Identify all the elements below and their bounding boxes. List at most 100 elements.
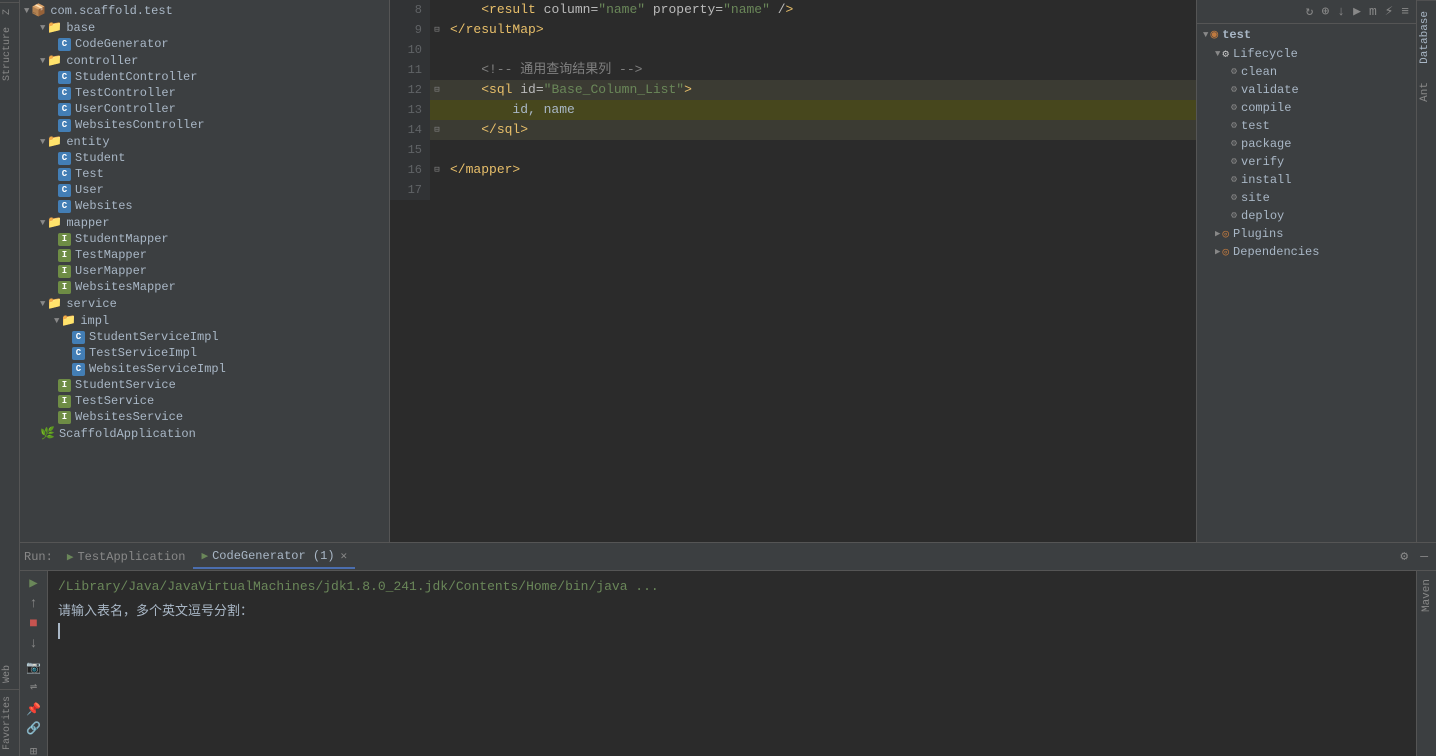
tree-item-TestService[interactable]: I TestService (20, 393, 389, 409)
tree-item-CodeGenerator[interactable]: C CodeGenerator (20, 36, 389, 52)
maven-site[interactable]: ⚙ site (1197, 189, 1416, 207)
tree-item-User[interactable]: C User (20, 182, 389, 198)
tree-item-UserController[interactable]: C UserController (20, 101, 389, 117)
tree-item-WebsitesController[interactable]: C WebsitesController (20, 117, 389, 133)
arrow-down-icon-impl: ▼ (54, 316, 59, 326)
tree-item-WebsitesServiceImpl[interactable]: C WebsitesServiceImpl (20, 361, 389, 377)
fold-icon-9[interactable]: ⊟ (430, 20, 444, 40)
arrow-down-icon-entity: ▼ (40, 137, 45, 147)
line-num-10: 10 (390, 40, 430, 60)
gutter-16: ⊟ (430, 160, 444, 180)
fold-icon-16[interactable]: ⊟ (430, 160, 444, 180)
gutter-12: ⊟ (430, 80, 444, 100)
run-wrap-btn[interactable]: ⇌ (30, 679, 37, 694)
maven-verify-label: verify (1241, 155, 1284, 169)
maven-compile[interactable]: ⚙ compile (1197, 99, 1416, 117)
maven-dependencies[interactable]: ▶ ◎ Dependencies (1197, 243, 1416, 261)
tree-item-StudentController[interactable]: C StudentController (20, 69, 389, 85)
run-stop-btn[interactable]: ■ (29, 616, 37, 632)
line-num-14: 14 (390, 120, 430, 140)
fold-icon-12[interactable]: ⊟ (430, 80, 444, 100)
tree-item-mapper[interactable]: ▼ 📁 mapper (20, 214, 389, 231)
maven-verify[interactable]: ⚙ verify (1197, 153, 1416, 171)
gear-icon-verify: ⚙ (1231, 156, 1237, 168)
tree-item-TestController[interactable]: C TestController (20, 85, 389, 101)
line-content-8: <result column="name" property="name" /> (444, 0, 1196, 20)
tree-item-UserMapper[interactable]: I UserMapper (20, 263, 389, 279)
web-tab[interactable]: Web (0, 659, 19, 690)
line-num-8: 8 (390, 0, 430, 20)
tree-item-StudentMapper[interactable]: I StudentMapper (20, 231, 389, 247)
tree-item-entity[interactable]: ▼ 📁 entity (20, 133, 389, 150)
tree-item-WebsitesService[interactable]: I WebsitesService (20, 409, 389, 425)
run-filter-btn[interactable]: ⊞ (30, 744, 37, 756)
run-link-btn[interactable]: 🔗 (26, 721, 41, 736)
gear-icon-install: ⚙ (1231, 174, 1237, 186)
tree-item-StudentService[interactable]: I StudentService (20, 377, 389, 393)
tab-close-cg[interactable]: ✕ (341, 549, 348, 563)
maven-install[interactable]: ⚙ install (1197, 171, 1416, 189)
structure-tab[interactable]: Structure (0, 21, 19, 87)
gutter-14: ⊟ (430, 120, 444, 140)
code-line-11: 11 <!-- 通用查询结果列 --> (390, 60, 1196, 80)
maven-lifecycle[interactable]: ▼ ⚙ Lifecycle (1197, 45, 1416, 63)
tree-item-ScaffoldApplication[interactable]: 🌿 ScaffoldApplication (20, 425, 389, 442)
run-camera-btn[interactable]: 📷 (26, 660, 41, 675)
tree-item-impl[interactable]: ▼ 📁 impl (20, 312, 389, 329)
maven-expand-btn[interactable]: ≡ (1398, 3, 1412, 20)
maven-deploy[interactable]: ⚙ deploy (1197, 207, 1416, 225)
interface-icon-ws2: I (58, 411, 71, 424)
tree-label-TestController: TestController (75, 86, 176, 100)
class-icon-tc: C (58, 87, 71, 100)
arrow-down-icon-service: ▼ (40, 299, 45, 309)
tree-item-base[interactable]: ▼ 📁 base (20, 19, 389, 36)
package-icon: 📦 (31, 3, 46, 18)
maven-download-btn[interactable]: ↓ (1334, 3, 1348, 20)
tree-item-root[interactable]: ▼ 📦 com.scaffold.test (20, 2, 389, 19)
maven-plugins-label: Plugins (1233, 227, 1283, 241)
maven-project-icon: ◉ (1210, 27, 1218, 42)
maven-side-tab[interactable]: Maven (1419, 571, 1435, 620)
run-play-btn[interactable]: ▶ (29, 575, 37, 592)
code-editor[interactable]: 8 <result column="name" property="name" … (390, 0, 1196, 542)
maven-validate[interactable]: ⚙ validate (1197, 81, 1416, 99)
gutter-17 (430, 180, 444, 200)
minimize-btn[interactable]: — (1416, 547, 1432, 566)
maven-refresh-btn[interactable]: ↻ (1303, 3, 1317, 20)
run-cursor-area[interactable] (58, 623, 1406, 639)
maven-add-btn[interactable]: ⊕ (1318, 3, 1332, 20)
line-content-10 (444, 40, 1196, 60)
run-scroll-down-btn[interactable]: ↓ (29, 636, 37, 652)
tree-item-controller[interactable]: ▼ 📁 controller (20, 52, 389, 69)
tree-item-StudentServiceImpl[interactable]: C StudentServiceImpl (20, 329, 389, 345)
maven-root[interactable]: ▼ ◉ test (1197, 24, 1416, 45)
tab-TestApplication[interactable]: ▶ TestApplication (59, 546, 194, 568)
maven-run-btn[interactable]: ▶ (1350, 3, 1364, 20)
tree-label-StudentMapper: StudentMapper (75, 232, 169, 246)
tree-item-TestServiceImpl[interactable]: C TestServiceImpl (20, 345, 389, 361)
code-line-15: 15 (390, 140, 1196, 160)
ant-tab[interactable]: Ant (1417, 74, 1436, 110)
fold-icon-14[interactable]: ⊟ (430, 120, 444, 140)
maven-plugins[interactable]: ▶ ◎ Plugins (1197, 225, 1416, 243)
maven-clean[interactable]: ⚙ clean (1197, 63, 1416, 81)
maven-package[interactable]: ⚙ package (1197, 135, 1416, 153)
gear-icon-clean: ⚙ (1231, 66, 1237, 78)
database-tab[interactable]: Database (1417, 0, 1436, 74)
settings-btn[interactable]: ⚙ (1396, 547, 1412, 566)
tree-item-TestMapper[interactable]: I TestMapper (20, 247, 389, 263)
run-pin-btn[interactable]: 📌 (26, 702, 41, 717)
maven-skip-btn[interactable]: m (1366, 3, 1380, 20)
line-num-17: 17 (390, 180, 430, 200)
tree-item-Test[interactable]: C Test (20, 166, 389, 182)
run-scroll-up-btn[interactable]: ↑ (29, 596, 37, 612)
tab-CodeGenerator[interactable]: ▶ CodeGenerator (1) ✕ (193, 545, 355, 569)
maven-lightning-btn[interactable]: ⚡ (1382, 2, 1396, 21)
z-tab[interactable]: Z (0, 2, 19, 21)
favorites-tab[interactable]: Favorites (0, 690, 19, 756)
maven-test[interactable]: ⚙ test (1197, 117, 1416, 135)
tree-item-WebsitesMapper[interactable]: I WebsitesMapper (20, 279, 389, 295)
tree-item-service[interactable]: ▼ 📁 service (20, 295, 389, 312)
tree-item-Websites[interactable]: C Websites (20, 198, 389, 214)
tree-item-Student[interactable]: C Student (20, 150, 389, 166)
